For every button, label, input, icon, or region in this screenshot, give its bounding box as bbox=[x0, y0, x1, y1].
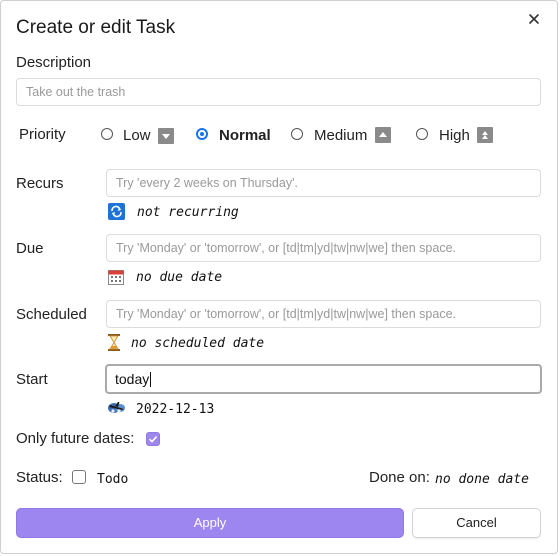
start-label: Start bbox=[16, 371, 48, 388]
due-label: Due bbox=[16, 240, 44, 257]
priority-normal-radio[interactable] bbox=[196, 128, 208, 140]
priority-high-label[interactable]: High bbox=[439, 127, 470, 144]
repeat-icon bbox=[108, 203, 125, 225]
due-input[interactable]: Try 'Monday' or 'tomorrow', or [td|tm|yd… bbox=[106, 234, 541, 262]
dialog-title: Create or edit Task bbox=[16, 17, 176, 38]
description-input[interactable]: Take out the trash bbox=[16, 78, 541, 106]
priority-medium-label[interactable]: Medium bbox=[314, 127, 367, 144]
start-status: 2022-12-13 bbox=[136, 402, 215, 417]
task-dialog: Create or edit Task Description Take out… bbox=[0, 0, 558, 554]
arrow-down-icon bbox=[158, 128, 174, 144]
recurs-label: Recurs bbox=[16, 175, 64, 192]
done-on-value: no done date bbox=[435, 472, 529, 487]
recurs-input[interactable]: Try 'every 2 weeks on Thursday'. bbox=[106, 169, 541, 197]
status-label: Status: bbox=[16, 469, 63, 486]
text-caret bbox=[150, 372, 152, 387]
flight-departure-icon bbox=[107, 399, 127, 420]
calendar-icon bbox=[108, 269, 124, 290]
double-arrow-up-icon bbox=[477, 127, 493, 143]
apply-button[interactable]: Apply bbox=[16, 508, 404, 538]
cancel-button[interactable]: Cancel bbox=[412, 508, 541, 538]
priority-low-radio[interactable] bbox=[101, 128, 113, 140]
scheduled-label: Scheduled bbox=[16, 306, 87, 323]
start-input-value: today bbox=[115, 371, 150, 387]
priority-normal-label[interactable]: Normal bbox=[219, 127, 271, 144]
arrow-up-icon bbox=[375, 127, 391, 143]
recurs-status: not recurring bbox=[137, 205, 239, 220]
status-value: Todo bbox=[97, 472, 129, 487]
scheduled-status: no scheduled date bbox=[131, 336, 265, 351]
priority-low-label[interactable]: Low bbox=[123, 127, 151, 144]
status-checkbox[interactable] bbox=[72, 470, 86, 484]
priority-medium-radio[interactable] bbox=[291, 128, 303, 140]
priority-high-radio[interactable] bbox=[416, 128, 428, 140]
close-icon[interactable] bbox=[522, 7, 546, 31]
scheduled-input[interactable]: Try 'Monday' or 'tomorrow', or [td|tm|yd… bbox=[106, 300, 541, 328]
description-label: Description bbox=[16, 54, 92, 71]
future-dates-label: Only future dates: bbox=[16, 430, 135, 447]
hourglass-icon bbox=[108, 334, 120, 356]
due-status: no due date bbox=[136, 270, 223, 285]
start-input[interactable]: today bbox=[105, 364, 542, 394]
priority-label: Priority bbox=[19, 126, 66, 143]
done-on-label: Done on: bbox=[369, 469, 430, 486]
future-dates-checkbox[interactable] bbox=[146, 432, 160, 446]
